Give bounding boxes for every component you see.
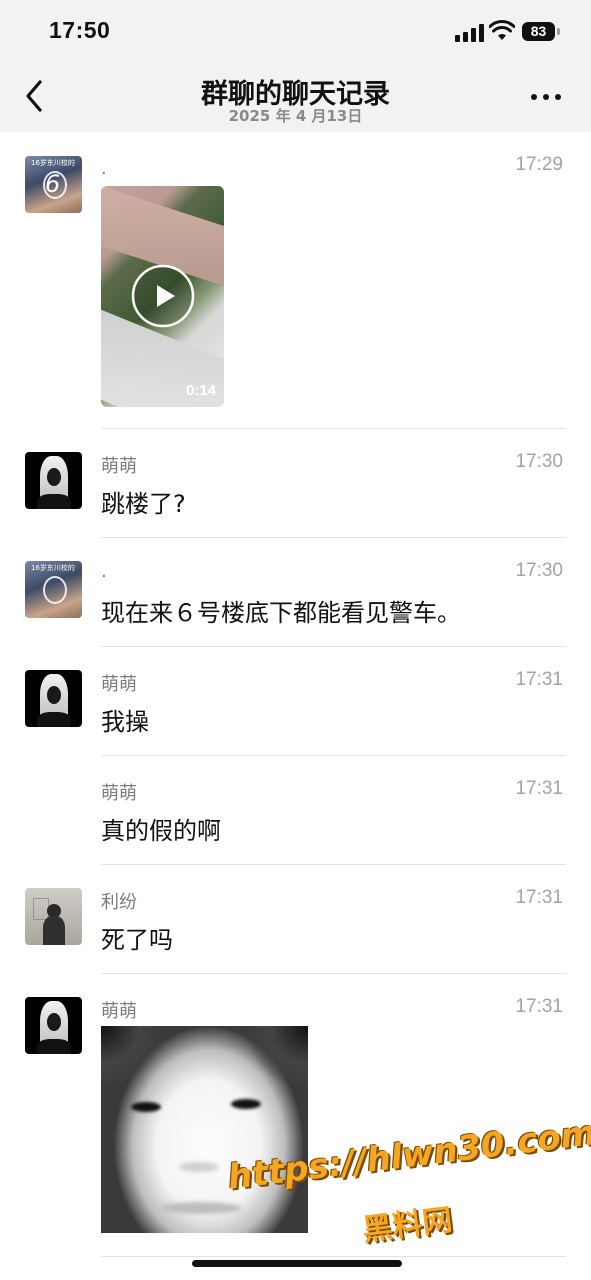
avatar[interactable] [25, 670, 82, 727]
sender-name: 萌萌 [101, 1001, 137, 1022]
message-text: 死了吗 [101, 926, 173, 954]
sender-name: 利纷 [101, 892, 137, 913]
wifi-icon [489, 20, 515, 40]
video-duration: 0:14 [185, 382, 216, 399]
sender-name: 萌萌 [101, 783, 137, 804]
message-text: 跳楼了? [101, 490, 186, 518]
chat-message: 萌萌 17:31 我操 [0, 646, 591, 756]
chat-message: 萌萌 17:30 跳楼了? [0, 428, 591, 538]
watermark-overlay: https://hlwn30.com 黑料网 [226, 1113, 591, 1268]
avatar[interactable] [25, 452, 82, 509]
sender-name: . [101, 561, 107, 582]
chat-message: 16岁东川校的 . 17:30 现在来６号楼底下都能看见警车。 [0, 537, 591, 647]
page-subtitle: 2025 年 4 月13日 [228, 107, 363, 125]
message-text: 我操 [101, 708, 149, 736]
message-time: 17:31 [515, 669, 563, 690]
message-time: 17:31 [515, 887, 563, 908]
home-indicator [192, 1260, 402, 1267]
watermark-name: 黑料网 [360, 1202, 455, 1249]
nav-bar: 群聊的聊天记录 2025 年 4 月13日 [0, 62, 591, 132]
message-text: 现在来６号楼底下都能看见警车。 [101, 599, 461, 627]
message-time: 17:31 [515, 778, 563, 799]
chat-message: 萌萌 17:31 真的假的啊 [0, 755, 591, 865]
more-icon[interactable] [528, 92, 564, 104]
message-time: 17:29 [515, 154, 563, 175]
sender-name: . [101, 158, 107, 179]
avatar[interactable]: 16岁东川校的 [25, 561, 82, 618]
sender-name: 萌萌 [101, 456, 137, 477]
status-time: 17:50 [49, 17, 111, 43]
message-time: 17:30 [515, 560, 563, 581]
battery-icon: 83 [522, 22, 555, 41]
message-time: 17:31 [515, 996, 563, 1017]
sender-name: 萌萌 [101, 674, 137, 695]
status-bar: 17:50 83 [0, 0, 591, 62]
avatar[interactable] [25, 888, 82, 945]
video-thumbnail[interactable]: 0:14 [101, 186, 224, 407]
message-text: 真的假的啊 [101, 817, 221, 845]
chat-message: 16岁东川校的 6 . 17:29 0:14 [0, 132, 591, 429]
signal-icon [455, 24, 485, 42]
message-time: 17:30 [515, 451, 563, 472]
chat-message: 利纷 17:31 死了吗 [0, 864, 591, 974]
avatar-text: 6 [45, 170, 61, 198]
avatar[interactable] [25, 997, 82, 1054]
play-icon[interactable] [131, 264, 195, 328]
battery-tip [557, 28, 560, 35]
avatar[interactable]: 16岁东川校的 6 [25, 156, 82, 213]
